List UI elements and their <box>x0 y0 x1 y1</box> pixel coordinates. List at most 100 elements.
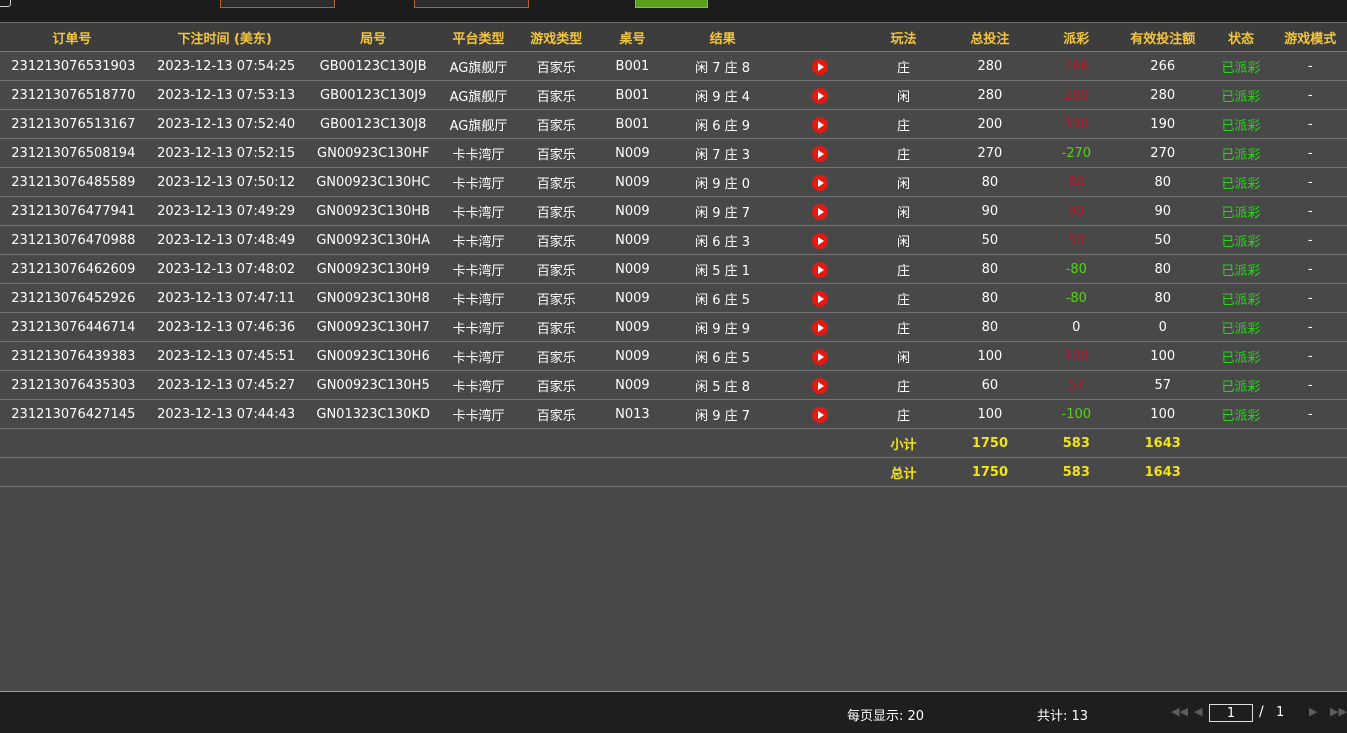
cell-round-id: GN00923C130HB <box>305 196 441 226</box>
cell-table-id: N009 <box>596 225 669 255</box>
table-row[interactable]: 231213076435303 2023-12-13 07:45:27 GN0092… <box>0 370 1347 400</box>
table-row[interactable]: 231213076477941 2023-12-13 07:49:29 GN0092… <box>0 196 1347 226</box>
cell-game-mode: - <box>1273 399 1347 429</box>
cell-table-id: N009 <box>596 254 669 284</box>
cell-video[interactable] <box>776 109 863 139</box>
col-video-header[interactable] <box>776 23 863 52</box>
col-bet-time-header[interactable]: 下注时间 (美东) <box>143 23 306 52</box>
cell-game-mode: - <box>1273 341 1347 371</box>
table-row[interactable]: 231213076508194 2023-12-13 07:52:15 GN0092… <box>0 138 1347 168</box>
cell-order-id: 231213076446714 <box>0 312 144 342</box>
table-row[interactable]: 231213076462609 2023-12-13 07:48:02 GN0092… <box>0 254 1347 284</box>
col-result-header[interactable]: 结果 <box>668 23 777 52</box>
play-video-icon[interactable] <box>811 174 828 191</box>
cell-video[interactable] <box>776 196 863 226</box>
col-status-header[interactable]: 状态 <box>1208 23 1274 52</box>
first-page-icon[interactable]: ◀◀ <box>1171 705 1188 718</box>
cell-table-id: N009 <box>596 370 669 400</box>
table-row[interactable]: 231213076439383 2023-12-13 07:45:51 GN0092… <box>0 341 1347 371</box>
play-video-icon[interactable] <box>811 377 828 394</box>
cell-game-type: 百家乐 <box>516 341 597 371</box>
table-row[interactable]: 231213076485589 2023-12-13 07:50:12 GN0092… <box>0 167 1347 197</box>
col-payout-header[interactable]: 派彩 <box>1035 23 1117 52</box>
cell-status: 已派彩 <box>1208 283 1274 313</box>
grand-total-row: 总计 1750 583 1643 <box>0 457 1347 487</box>
cell-video[interactable] <box>776 167 863 197</box>
cell-total-bet: 100 <box>944 341 1036 371</box>
cell-video[interactable] <box>776 225 863 255</box>
cell-result: 闲 7 庄 8 <box>668 51 777 81</box>
empty-cell <box>143 428 306 458</box>
cell-valid-bet: 57 <box>1116 370 1209 400</box>
cell-status: 已派彩 <box>1208 109 1274 139</box>
cell-payout: 90 <box>1035 196 1117 226</box>
play-video-icon[interactable] <box>811 87 828 104</box>
play-video-icon[interactable] <box>811 261 828 278</box>
play-video-icon[interactable] <box>811 319 828 336</box>
play-video-icon[interactable] <box>811 348 828 365</box>
select-all-checkbox[interactable] <box>0 0 11 7</box>
page-number-input[interactable] <box>1209 704 1253 722</box>
cell-total-bet: 50 <box>944 225 1036 255</box>
play-video-icon[interactable] <box>811 406 828 423</box>
table-row[interactable]: 231213076513167 2023-12-13 07:52:40 GB0012… <box>0 109 1347 139</box>
cell-platform: 卡卡湾厅 <box>440 225 517 255</box>
cell-video[interactable] <box>776 370 863 400</box>
table-row[interactable]: 231213076427145 2023-12-13 07:44:43 GN0132… <box>0 399 1347 429</box>
cell-video[interactable] <box>776 399 863 429</box>
table-row[interactable]: 231213076531903 2023-12-13 07:54:25 GB0012… <box>0 51 1347 81</box>
cell-game-type: 百家乐 <box>516 225 597 255</box>
empty-cell <box>596 428 669 458</box>
empty-cell <box>0 428 144 458</box>
table-row[interactable]: 231213076518770 2023-12-13 07:53:13 GB0012… <box>0 80 1347 110</box>
cell-bet-type: 闲 <box>863 80 944 110</box>
col-game-mode-header[interactable]: 游戏模式 <box>1273 23 1347 52</box>
search-button[interactable] <box>635 0 708 8</box>
col-round-header[interactable]: 局号 <box>305 23 441 52</box>
cell-video[interactable] <box>776 80 863 110</box>
cell-bet-type: 庄 <box>863 254 944 284</box>
bet-records-grid: 订单号 下注时间 (美东) 局号 平台类型 游戏类型 桌号 结果 玩法 总投注 派彩 有效投注额 状态… <box>0 22 1347 692</box>
play-video-icon[interactable] <box>811 116 828 133</box>
col-bet-type-header[interactable]: 玩法 <box>863 23 944 52</box>
col-table-header[interactable]: 桌号 <box>596 23 669 52</box>
play-video-icon[interactable] <box>811 58 828 75</box>
cell-result: 闲 5 庄 8 <box>668 370 777 400</box>
play-video-icon[interactable] <box>811 145 828 162</box>
col-valid-bet-header[interactable]: 有效投注额 <box>1116 23 1209 52</box>
page-count: 1 <box>1276 705 1285 720</box>
cell-payout: -80 <box>1035 283 1117 313</box>
empty-cell <box>1273 457 1347 487</box>
cell-status: 已派彩 <box>1208 51 1274 81</box>
cell-round-id: GN00923C130H9 <box>305 254 441 284</box>
play-video-icon[interactable] <box>811 290 828 307</box>
cell-video[interactable] <box>776 283 863 313</box>
toolbar-button-1[interactable] <box>220 0 335 8</box>
last-page-icon[interactable]: ▶▶ <box>1330 705 1347 718</box>
table-row[interactable]: 231213076452926 2023-12-13 07:47:11 GN0092… <box>0 283 1347 313</box>
cell-video[interactable] <box>776 254 863 284</box>
col-order-header[interactable]: 订单号 <box>0 23 144 52</box>
prev-page-icon[interactable]: ◀ <box>1194 705 1202 718</box>
cell-order-id: 231213076427145 <box>0 399 144 429</box>
summary-payout: 583 <box>1035 457 1117 487</box>
next-page-icon[interactable]: ▶ <box>1309 705 1317 718</box>
cell-bet-type: 庄 <box>863 312 944 342</box>
cell-video[interactable] <box>776 312 863 342</box>
col-game-type-header[interactable]: 游戏类型 <box>516 23 597 52</box>
cell-video[interactable] <box>776 51 863 81</box>
subtotal-row: 小计 1750 583 1643 <box>0 428 1347 458</box>
cell-video[interactable] <box>776 138 863 168</box>
cell-bet-time: 2023-12-13 07:52:40 <box>143 109 306 139</box>
toolbar-button-2[interactable] <box>414 0 529 8</box>
table-row[interactable]: 231213076470988 2023-12-13 07:48:49 GN0092… <box>0 225 1347 255</box>
cell-video[interactable] <box>776 341 863 371</box>
cell-valid-bet: 266 <box>1116 51 1209 81</box>
play-video-icon[interactable] <box>811 232 828 249</box>
col-platform-header[interactable]: 平台类型 <box>440 23 517 52</box>
table-row[interactable]: 231213076446714 2023-12-13 07:46:36 GN0092… <box>0 312 1347 342</box>
play-video-icon[interactable] <box>811 203 828 220</box>
cell-order-id: 231213076508194 <box>0 138 144 168</box>
cell-bet-time: 2023-12-13 07:52:15 <box>143 138 306 168</box>
col-total-bet-header[interactable]: 总投注 <box>944 23 1036 52</box>
